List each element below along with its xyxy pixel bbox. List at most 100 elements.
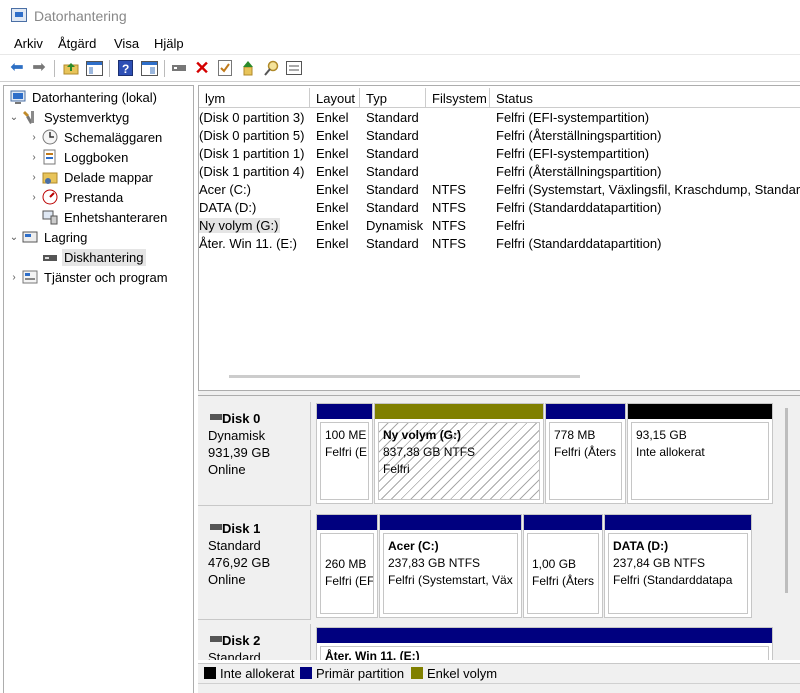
shared-folder-icon <box>42 169 58 185</box>
volume-layout: Enkel <box>316 200 349 215</box>
tree-item-event-viewer[interactable]: › Loggboken <box>28 147 130 167</box>
partition-disk0-recovery[interactable]: 778 MB Felfri (Åters <box>545 403 626 504</box>
partition-disk0-volume-g[interactable]: Ny volym (G:) 837,38 GB NTFS Felfri <box>374 403 544 504</box>
volume-status: Felfri (Systemstart, Växlingsfil, Krasch… <box>496 182 800 197</box>
console-tree: Datorhantering (lokal) ⌄ Systemverktyg ›… <box>3 85 194 693</box>
disk-2-info[interactable]: Disk 2 Standard <box>198 624 311 660</box>
column-header-status[interactable]: Status <box>490 88 800 108</box>
horizontal-scrollbar[interactable] <box>229 375 580 378</box>
menu-arkiv[interactable]: Arkiv <box>14 36 43 51</box>
partition-disk1-efi[interactable]: 260 MB Felfri (EF <box>316 514 378 618</box>
column-header-type[interactable]: Typ <box>360 88 426 108</box>
volume-status: Felfri <box>496 218 525 233</box>
volume-status: Felfri (EFI-systempartition) <box>496 146 650 161</box>
title-bar: Datorhantering <box>0 0 800 32</box>
chevron-right-icon[interactable]: › <box>28 172 40 183</box>
window-title: Datorhantering <box>34 8 127 24</box>
chevron-right-icon[interactable]: › <box>28 152 40 163</box>
up-folder-icon[interactable] <box>62 59 80 77</box>
volume-type: Standard <box>366 146 419 161</box>
tree-label-scheduler: Schemaläggaren <box>64 129 163 145</box>
svg-text:?: ? <box>122 62 129 76</box>
properties-icon[interactable] <box>216 59 234 77</box>
volume-name: Åter. Win 11. (E:) <box>199 236 298 251</box>
partition-status: Felfri <box>383 462 410 476</box>
partition-content: 1,00 GB Felfri (Åters <box>527 533 599 614</box>
partition-disk0-unallocated[interactable]: 93,15 GB Inte allokerat <box>627 403 773 504</box>
disk-name: Disk 0 <box>222 411 261 426</box>
partition-size: 93,15 GB <box>636 428 687 442</box>
disk-type: Standard <box>208 650 261 660</box>
volume-layout: Enkel <box>316 218 349 233</box>
partition-bar <box>317 628 772 643</box>
volume-row[interactable]: (Disk 0 partition 5) Enkel Standard Felf… <box>199 126 800 144</box>
menu-visa[interactable]: Visa <box>114 36 139 51</box>
volume-status: Felfri (Återställningspartition) <box>496 164 662 179</box>
volume-row[interactable]: (Disk 1 partition 4) Enkel Standard Felf… <box>199 162 800 180</box>
tree-item-disk-management[interactable]: Diskhantering <box>40 247 146 267</box>
import-icon[interactable] <box>239 59 257 77</box>
volume-name: DATA (D:) <box>199 200 257 215</box>
disk-size: 931,39 GB <box>208 445 271 460</box>
partition-content: Ny volym (G:) 837,38 GB NTFS Felfri <box>378 422 540 500</box>
column-header-volume[interactable]: lym <box>199 88 310 108</box>
tree-item-root[interactable]: Datorhantering (lokal) <box>8 87 159 107</box>
disk-1-info[interactable]: Disk 1 Standard 476,92 GB Online <box>198 510 311 620</box>
tree-label-system-tools: Systemverktyg <box>44 109 130 125</box>
storage-icon <box>22 229 38 245</box>
tree-item-device-manager[interactable]: Enhetshanteraren <box>40 207 169 227</box>
partition-disk1-acer-c[interactable]: Acer (C:) 237,83 GB NTFS Felfri (Systems… <box>379 514 522 618</box>
column-header-filesystem[interactable]: Filsystem <box>426 88 490 108</box>
volume-row[interactable]: (Disk 1 partition 1) Enkel Standard Felf… <box>199 144 800 162</box>
action-pane-icon[interactable] <box>140 59 158 77</box>
chevron-down-icon[interactable]: ⌄ <box>8 112 20 123</box>
tree-item-shared-folders[interactable]: › Delade mappar <box>28 167 155 187</box>
volume-row[interactable]: Åter. Win 11. (E:) Enkel Standard NTFS F… <box>199 234 800 252</box>
connect-drive-icon[interactable] <box>170 59 188 77</box>
show-hide-tree-icon[interactable] <box>85 59 103 77</box>
partition-disk0-efi[interactable]: 100 ME Felfri (E <box>316 403 373 504</box>
chevron-right-icon[interactable]: › <box>28 132 40 143</box>
volume-row[interactable]: DATA (D:) Enkel Standard NTFS Felfri (St… <box>199 198 800 216</box>
column-header-layout[interactable]: Layout <box>310 88 360 108</box>
volume-row[interactable]: (Disk 0 partition 3) Enkel Standard Felf… <box>199 108 800 126</box>
menu-atgard[interactable]: Åtgärd <box>58 36 96 51</box>
help-icon[interactable]: ? <box>116 59 134 77</box>
disk-drive-icon <box>42 249 58 265</box>
tree-label-device-manager: Enhetshanteraren <box>64 209 168 225</box>
partition-status: Felfri (Systemstart, Väx <box>388 573 513 587</box>
tree-label-performance: Prestanda <box>64 189 124 205</box>
chevron-right-icon[interactable]: › <box>8 272 20 283</box>
tree-item-scheduler[interactable]: › Schemaläggaren <box>28 127 164 147</box>
partition-disk2-ater-e[interactable]: Åter. Win 11. (E:) <box>316 627 773 660</box>
partition-disk1-recovery[interactable]: 1,00 GB Felfri (Åters <box>523 514 603 618</box>
clock-icon <box>42 129 58 145</box>
partition-size: 237,84 GB NTFS <box>613 556 706 570</box>
tree-item-storage[interactable]: ⌄ Lagring <box>8 227 89 247</box>
forward-arrow-icon[interactable]: ➡ <box>30 59 48 77</box>
volume-filesystem: NTFS <box>432 182 466 197</box>
volume-status: Felfri (Standarddatapartition) <box>496 236 662 251</box>
partition-disk1-data-d[interactable]: DATA (D:) 237,84 GB NTFS Felfri (Standar… <box>604 514 752 618</box>
back-arrow-icon[interactable]: ⬅ <box>8 59 26 77</box>
chevron-down-icon[interactable]: ⌄ <box>8 232 20 243</box>
volume-row[interactable]: Acer (C:) Enkel Standard NTFS Felfri (Sy… <box>199 180 800 198</box>
toolbar-separator <box>109 60 110 77</box>
legend-swatch-simple <box>411 667 423 679</box>
rescan-icon[interactable] <box>285 59 303 77</box>
partition-content: Åter. Win 11. (E:) <box>320 646 769 660</box>
vertical-scrollbar[interactable] <box>785 408 788 593</box>
chevron-right-icon[interactable]: › <box>28 192 40 203</box>
delete-icon[interactable]: ✕ <box>193 59 211 77</box>
disk-size: 476,92 GB <box>208 555 271 570</box>
volume-row[interactable]: Ny volym (G:) Enkel Dynamisk NTFS Felfri <box>199 216 800 234</box>
find-icon[interactable] <box>262 59 280 77</box>
volume-layout: Enkel <box>316 164 349 179</box>
volume-type: Standard <box>366 200 419 215</box>
tree-item-performance[interactable]: › Prestanda <box>28 187 125 207</box>
tree-item-services[interactable]: › Tjänster och program <box>8 267 170 287</box>
disk-0-info[interactable]: Disk 0 Dynamisk 931,39 GB Online <box>198 402 311 506</box>
partition-size: 237,83 GB NTFS <box>388 556 481 570</box>
menu-hjalp[interactable]: Hjälp <box>154 36 184 51</box>
tree-item-system-tools[interactable]: ⌄ Systemverktyg <box>8 107 131 127</box>
